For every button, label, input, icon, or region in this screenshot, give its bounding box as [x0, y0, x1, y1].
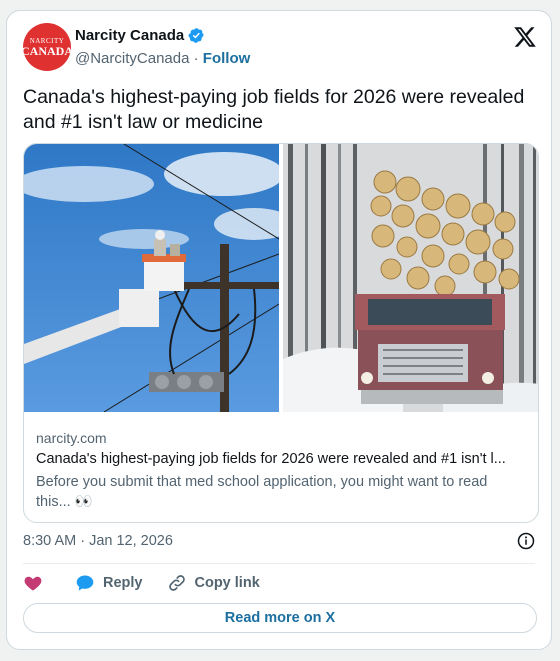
like-button[interactable] — [23, 573, 43, 593]
link-icon — [168, 575, 185, 591]
handle-separator: · — [189, 50, 203, 67]
follow-button[interactable]: Follow — [203, 50, 251, 67]
author-name-row: Narcity Canada — [75, 27, 205, 44]
read-more-button[interactable]: Read more on X — [23, 603, 537, 633]
copy-link-button[interactable]: Copy link — [167, 573, 260, 593]
link-title[interactable]: Canada's highest-paying job fields for 2… — [36, 451, 528, 467]
author-name[interactable]: Narcity Canada — [75, 27, 184, 44]
reply-bubble-icon — [76, 575, 94, 591]
reply-label: Reply — [103, 575, 143, 591]
action-bar: Reply Copy link — [23, 572, 260, 594]
tweet-text: Canada's highest-paying job fields for 2… — [23, 86, 525, 133]
x-logo-icon[interactable] — [513, 25, 537, 49]
verified-badge-icon — [188, 28, 204, 43]
reply-button[interactable]: Reply — [75, 573, 143, 593]
link-preview-card[interactable]: narcity.com Canada's highest-paying job … — [23, 143, 539, 523]
avatar-text-bottom: CANADA — [23, 43, 71, 58]
author-handle-row: @NarcityCanada · Follow — [75, 50, 250, 67]
embedded-tweet-card: NARCITY CANADA Narcity Canada @NarcityCa… — [6, 10, 552, 650]
logging-truck-photo — [283, 144, 538, 412]
heart-icon — [24, 576, 42, 591]
action-divider — [23, 563, 535, 564]
author-handle[interactable]: @NarcityCanada — [75, 50, 189, 67]
tweet-timestamp[interactable]: 8:30 AM · Jan 12, 2026 — [23, 533, 173, 549]
avatar[interactable]: NARCITY CANADA — [23, 23, 71, 71]
link-domain: narcity.com — [36, 430, 107, 446]
copy-link-label: Copy link — [194, 575, 260, 591]
lineman-photo — [24, 144, 279, 412]
link-description: Before you submit that med school applic… — [36, 474, 488, 510]
info-icon[interactable] — [517, 532, 535, 550]
